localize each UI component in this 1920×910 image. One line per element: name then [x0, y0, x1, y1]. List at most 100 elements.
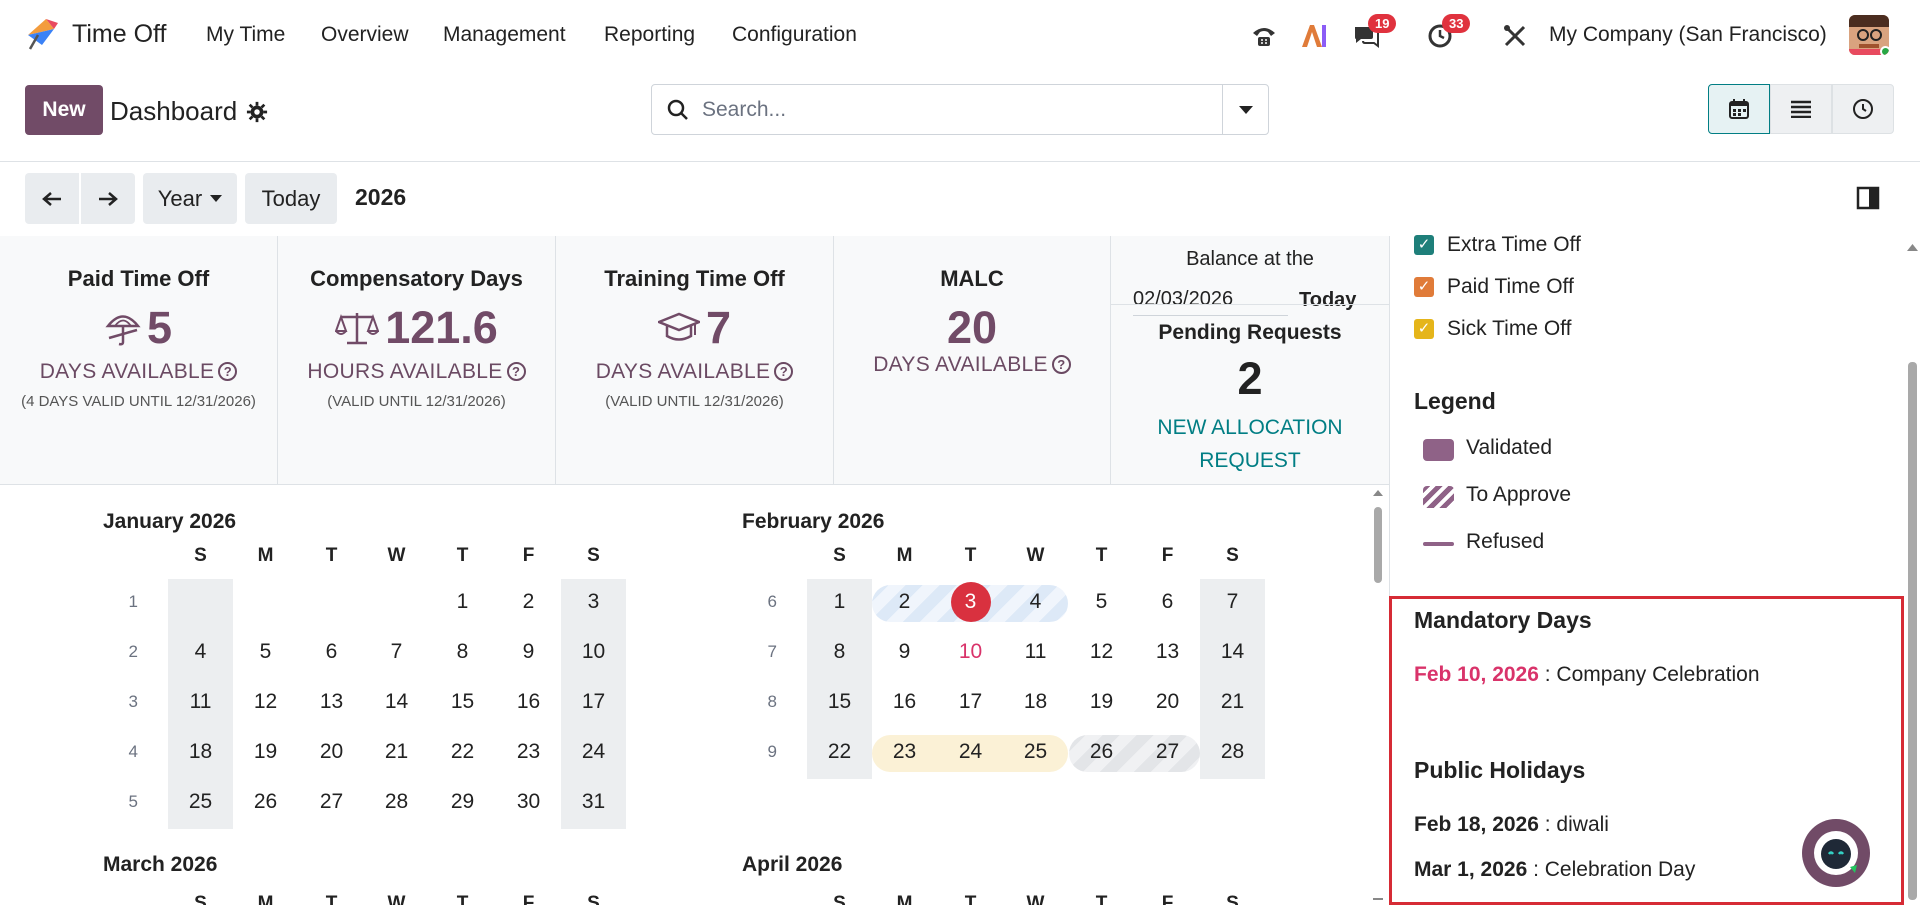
company-switcher[interactable]: My Company (San Francisco) [1549, 23, 1827, 47]
calendar-day[interactable]: 14 [1200, 629, 1265, 675]
app-name[interactable]: Time Off [72, 20, 166, 49]
calendar-day[interactable]: 7 [1200, 579, 1265, 625]
calendar-day[interactable]: 27 [299, 779, 364, 825]
calendar-day[interactable]: 24 [938, 729, 1003, 775]
calendar-day[interactable]: 6 [1135, 579, 1200, 625]
menu-overview[interactable]: Overview [321, 23, 409, 47]
calendar-day[interactable]: 22 [430, 729, 495, 775]
calendar-day[interactable]: 20 [299, 729, 364, 775]
calendar-day[interactable]: 1 [807, 579, 872, 625]
new-allocation-request-link[interactable]: NEW ALLOCATION REQUEST [1111, 411, 1389, 477]
next-button[interactable] [81, 173, 135, 224]
calendar-day[interactable]: 8 [807, 629, 872, 675]
calendar-day-today[interactable]: 3 [938, 579, 1003, 625]
tools-icon[interactable] [1497, 18, 1533, 54]
calendar-day[interactable]: 4 [168, 629, 233, 675]
checkbox-extra-time-off[interactable]: ✓ [1414, 235, 1434, 255]
summary-card-training-time-off[interactable]: Training Time Off 7 DAYS AVAILABLE? (VAL… [556, 236, 834, 485]
livechat-button[interactable] [1802, 819, 1870, 887]
calendar-day[interactable]: 24 [561, 729, 626, 775]
ai-icon[interactable] [1296, 18, 1332, 54]
calendar-day[interactable]: 27 [1135, 729, 1200, 775]
scale-dropdown[interactable]: Year [143, 173, 237, 224]
search-input[interactable] [702, 97, 1182, 123]
calendar-day[interactable]: 21 [1200, 679, 1265, 725]
calendar-day[interactable]: 15 [807, 679, 872, 725]
checkbox-paid-time-off[interactable]: ✓ [1414, 277, 1434, 297]
calendar-day[interactable]: 18 [1003, 679, 1068, 725]
calendar-day[interactable]: 21 [364, 729, 429, 775]
calendar-day[interactable]: 16 [496, 679, 561, 725]
calendar-day[interactable]: 31 [561, 779, 626, 825]
calendar-day[interactable]: 11 [168, 679, 233, 725]
calendar-day[interactable]: 1 [430, 579, 495, 625]
checkbox-sick-time-off[interactable]: ✓ [1414, 319, 1434, 339]
calendar-day[interactable]: 15 [430, 679, 495, 725]
balance-date-input[interactable]: 02/03/2026 [1133, 288, 1288, 316]
calendar-day[interactable]: 29 [430, 779, 495, 825]
calendar-day[interactable]: 12 [233, 679, 298, 725]
help-icon[interactable]: ? [506, 362, 526, 381]
calendar-day[interactable]: 19 [1069, 679, 1134, 725]
calendar-day[interactable]: 11 [1003, 629, 1068, 675]
calendar-day[interactable]: 19 [233, 729, 298, 775]
calendar-day-mandatory[interactable]: 10 [938, 629, 1003, 675]
balance-today-button[interactable]: Today [1299, 289, 1356, 312]
calendar-day[interactable]: 5 [233, 629, 298, 675]
calendar-day[interactable]: 4 [1003, 579, 1068, 625]
calendar-day[interactable]: 23 [872, 729, 937, 775]
calendar-day[interactable]: 8 [430, 629, 495, 675]
calendar-day[interactable]: 16 [872, 679, 937, 725]
menu-configuration[interactable]: Configuration [732, 23, 857, 47]
messages-icon[interactable]: 19 [1348, 14, 1397, 54]
calendar-day[interactable]: 7 [364, 629, 429, 675]
calendar-day[interactable]: 5 [1069, 579, 1134, 625]
calendar-day[interactable]: 17 [561, 679, 626, 725]
pending-requests-count[interactable]: 2 [1111, 353, 1389, 405]
calendar-day[interactable]: 28 [364, 779, 429, 825]
app-logo-icon[interactable] [24, 15, 60, 51]
calendar-day[interactable]: 6 [299, 629, 364, 675]
calendar-day[interactable]: 30 [496, 779, 561, 825]
calendar-day[interactable]: 18 [168, 729, 233, 775]
calendar-day[interactable]: 25 [168, 779, 233, 825]
calendar-scrollbar[interactable] [1372, 485, 1384, 905]
calendar-day[interactable]: 14 [364, 679, 429, 725]
help-icon[interactable]: ? [1051, 355, 1071, 374]
calendar-day[interactable]: 26 [1069, 729, 1134, 775]
new-button[interactable]: New [25, 85, 103, 135]
phone-icon[interactable] [1246, 18, 1282, 54]
activities-icon[interactable]: 33 [1422, 14, 1471, 54]
calendar-day[interactable]: 22 [807, 729, 872, 775]
calendar-view-button[interactable] [1708, 84, 1770, 134]
calendar-day[interactable]: 10 [561, 629, 626, 675]
calendar-day[interactable]: 13 [299, 679, 364, 725]
calendar-day[interactable]: 13 [1135, 629, 1200, 675]
calendar-day[interactable]: 2 [872, 579, 937, 625]
calendar-day[interactable]: 25 [1003, 729, 1068, 775]
menu-management[interactable]: Management [443, 23, 566, 47]
calendar-day[interactable]: 17 [938, 679, 1003, 725]
summary-card-malc[interactable]: MALC 20 DAYS AVAILABLE? [834, 236, 1111, 485]
list-view-button[interactable] [1770, 84, 1832, 134]
calendar-day[interactable]: 2 [496, 579, 561, 625]
search-options-toggle[interactable] [1222, 85, 1268, 134]
calendar-day[interactable]: 9 [872, 629, 937, 675]
calendar-day[interactable]: 28 [1200, 729, 1265, 775]
menu-my-time[interactable]: My Time [206, 23, 285, 47]
calendar-day[interactable]: 23 [496, 729, 561, 775]
calendar-day[interactable]: 9 [496, 629, 561, 675]
calendar-day[interactable]: 3 [561, 579, 626, 625]
side-panel-toggle-icon[interactable] [1856, 186, 1880, 210]
side-panel-scrollbar[interactable] [1905, 236, 1920, 905]
menu-reporting[interactable]: Reporting [604, 23, 695, 47]
summary-card-paid-time-off[interactable]: Paid Time Off 5 DAYS AVAILABLE? (4 DAYS … [0, 236, 278, 485]
calendar-day[interactable]: 20 [1135, 679, 1200, 725]
gear-icon[interactable] [246, 101, 268, 123]
today-button[interactable]: Today [245, 173, 337, 224]
activity-view-button[interactable] [1832, 84, 1894, 134]
user-avatar[interactable] [1849, 15, 1889, 55]
summary-card-compensatory-days[interactable]: Compensatory Days 121.6 HOURS AVAILABLE?… [278, 236, 556, 485]
calendar-day[interactable]: 12 [1069, 629, 1134, 675]
help-icon[interactable]: ? [218, 362, 238, 381]
